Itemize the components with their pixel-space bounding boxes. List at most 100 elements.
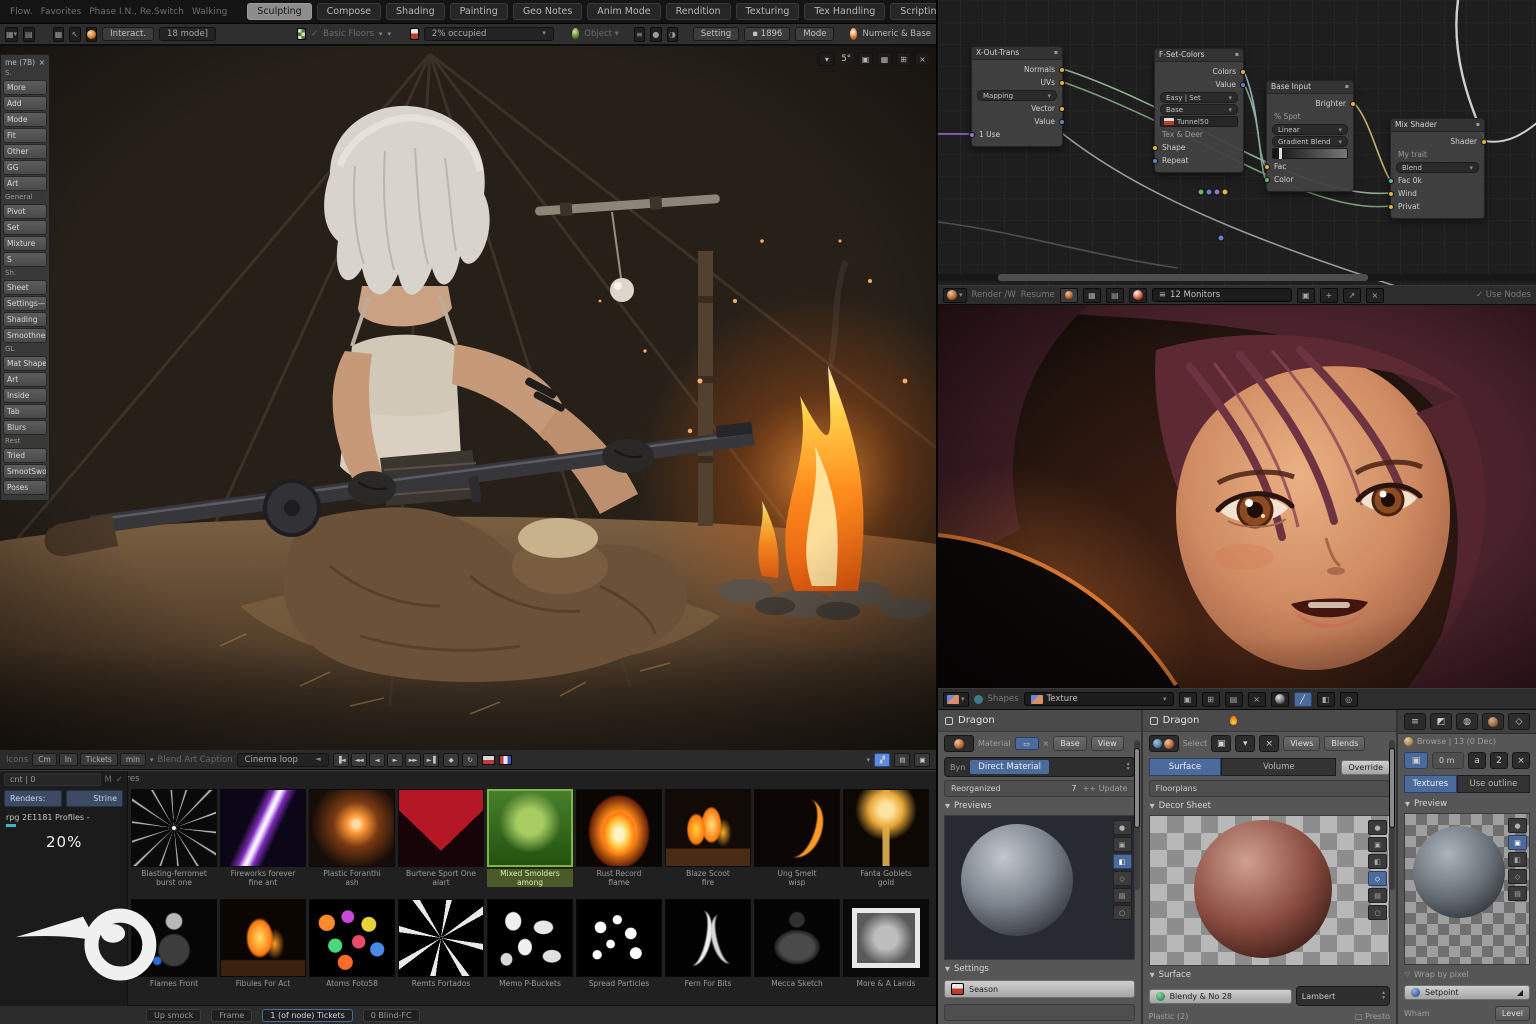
next-keyframe-button[interactable]: ►►: [405, 753, 421, 767]
node-header[interactable]: Base Input▪: [1267, 81, 1353, 94]
node-socket[interactable]: [1264, 164, 1270, 170]
workspace-tab-texturing[interactable]: Texturing: [736, 3, 800, 20]
tool-button[interactable]: Sheet: [3, 280, 47, 295]
workspace-tab-geo-notes[interactable]: Geo Notes: [513, 3, 582, 20]
image-name-field[interactable]: Texture ▾: [1024, 692, 1174, 706]
preview-tool-button[interactable]: ▤: [1508, 886, 1527, 901]
preview-tool-button[interactable]: ○: [1368, 905, 1387, 920]
tool-button[interactable]: Fit: [3, 128, 47, 143]
scrollbar[interactable]: [1134, 740, 1140, 890]
timeline-tab[interactable]: min: [120, 753, 146, 766]
node-image-widget[interactable]: Tunnel50: [1160, 116, 1238, 127]
shader-node[interactable]: Mix Shader▪ShaderMy traitBlend▾Fac 0kWin…: [1390, 118, 1485, 219]
preview-tool-button[interactable]: ◇: [1508, 869, 1527, 884]
object-menu[interactable]: Object ▾: [584, 29, 619, 39]
blendy-button[interactable]: Blendy & No 28: [1149, 989, 1292, 1004]
workspace-tab-painting[interactable]: Painting: [450, 3, 508, 20]
two-button[interactable]: 2: [1490, 752, 1508, 769]
mode-field[interactable]: 18 mode]: [159, 27, 216, 41]
setting-button[interactable]: Setting: [693, 27, 739, 41]
timeline-tab[interactable]: Cm: [32, 753, 57, 766]
target-icon[interactable]: ◎: [1340, 692, 1358, 707]
menu-item[interactable]: Walking: [188, 7, 231, 17]
brush-icon[interactable]: [86, 27, 97, 42]
node-widget[interactable]: Base▾: [1160, 104, 1238, 115]
jump-start-button[interactable]: ▐◄: [333, 753, 349, 767]
workspace-tab-compose[interactable]: Compose: [317, 3, 381, 20]
pin-icon[interactable]: ⊞: [1202, 692, 1220, 707]
preview-tool-button[interactable]: ◧: [1508, 852, 1527, 867]
chevron-down-icon[interactable]: ▾: [379, 30, 383, 38]
views-button[interactable]: Views: [1283, 736, 1320, 751]
tab-textures[interactable]: Textures: [1404, 775, 1457, 793]
menu-item[interactable]: Phase I.N., Re.Switch: [85, 7, 188, 17]
chevron-down-icon[interactable]: ▾: [866, 756, 870, 764]
texture-thumbnail-spikes[interactable]: [398, 899, 484, 977]
grid-icon[interactable]: ▦: [1083, 288, 1101, 303]
preview-tool-button[interactable]: ◧: [1113, 854, 1132, 869]
node-widget[interactable]: Gradient Blend▾: [1272, 136, 1348, 147]
preview-tool-button[interactable]: ▤: [1368, 888, 1387, 903]
texture-thumbnail-frame[interactable]: [843, 899, 929, 977]
tool-button[interactable]: Poses: [3, 480, 47, 495]
image-icon[interactable]: ▣: [1179, 692, 1197, 707]
shader-node[interactable]: Base Input▪Brighter% SpotLinear▾Gradient…: [1266, 80, 1354, 192]
strine-button[interactable]: Strine: [66, 790, 124, 807]
texture-thumbnail-laser[interactable]: [220, 789, 306, 867]
node-header[interactable]: Mix Shader▪: [1391, 119, 1484, 132]
timeline-field[interactable]: Cinema loop◄: [237, 753, 329, 767]
name-field[interactable]: Reorganized 7 ++ Update: [944, 780, 1135, 797]
texture-thumbnail-heart[interactable]: [398, 789, 484, 867]
tool-button[interactable]: Settings—: [3, 296, 47, 311]
texture-swatch-icon[interactable]: [297, 28, 306, 40]
chevron-down-icon[interactable]: ▾: [387, 30, 391, 38]
workspace-tab-tex-handling[interactable]: Tex Handling: [804, 3, 885, 20]
timeline-tab[interactable]: Tickets: [80, 753, 118, 766]
texture-thumbnail-molecules[interactable]: [576, 899, 662, 977]
node-widget[interactable]: Linear▾: [1272, 124, 1348, 135]
scene-selector[interactable]: 2% occupied▾: [424, 27, 554, 41]
value-field[interactable]: 0 m: [1432, 752, 1464, 769]
image-icon[interactable]: ▣: [1211, 735, 1231, 752]
tool-button[interactable]: S: [3, 252, 47, 267]
node-editor-scrollbar[interactable]: [938, 274, 1536, 281]
tab-list-icon[interactable]: ≡: [1404, 713, 1426, 730]
layout-icon[interactable]: ⊞: [896, 52, 911, 66]
flag-icon[interactable]: [499, 755, 512, 765]
add-icon[interactable]: +: [1320, 288, 1338, 303]
texture-thumbnail-flame[interactable]: [576, 789, 662, 867]
link-chip[interactable]: ▭: [1015, 737, 1039, 750]
tab-world-icon[interactable]: ◍: [1456, 713, 1478, 730]
node-socket[interactable]: [1388, 178, 1394, 184]
menu-icon[interactable]: ≡: [634, 27, 645, 42]
preview-tool-button[interactable]: ●: [1508, 818, 1527, 833]
preview-tool-button[interactable]: ◇: [1368, 871, 1387, 886]
blends-button[interactable]: Blends: [1324, 736, 1365, 751]
a-button[interactable]: a: [1468, 752, 1486, 769]
grid-icon[interactable]: ▦: [877, 52, 892, 66]
close-icon[interactable]: ×: [39, 58, 45, 67]
grid-icon[interactable]: ▤: [23, 27, 34, 42]
color-ramp-widget[interactable]: [1272, 148, 1348, 159]
clipboard-icon[interactable]: ▣: [858, 52, 873, 66]
ball-pen-icon[interactable]: [1060, 288, 1078, 303]
node-socket[interactable]: [1264, 177, 1270, 183]
link-icon[interactable]: ↗: [1343, 288, 1361, 303]
tool-button[interactable]: Mat Shape: [3, 356, 47, 371]
renders-button[interactable]: Renders:: [4, 790, 62, 807]
close-icon[interactable]: ×: [1366, 288, 1384, 303]
texture-thumbnail-wisp[interactable]: [754, 789, 840, 867]
setpoint-button[interactable]: Setpoint ◢: [1404, 985, 1530, 1000]
status-field[interactable]: Up smock: [146, 1009, 201, 1022]
section-wrap[interactable]: ▽Wrap by pixel: [1398, 966, 1536, 982]
render-preview-canvas[interactable]: [938, 305, 1536, 688]
resolution-button[interactable]: ▪ 1896: [744, 27, 790, 41]
material-sphere-button[interactable]: [1149, 735, 1179, 752]
season-button[interactable]: Season: [944, 980, 1135, 998]
active-tool-icon[interactable]: ▞: [874, 753, 890, 767]
tool-button[interactable]: Pivot: [3, 204, 47, 219]
tool-button[interactable]: Mixture: [3, 236, 47, 251]
node-socket[interactable]: [1350, 101, 1356, 107]
node-socket[interactable]: [1059, 106, 1065, 112]
shading-model-dropdown[interactable]: Lambert ▴▾: [1296, 986, 1390, 1006]
